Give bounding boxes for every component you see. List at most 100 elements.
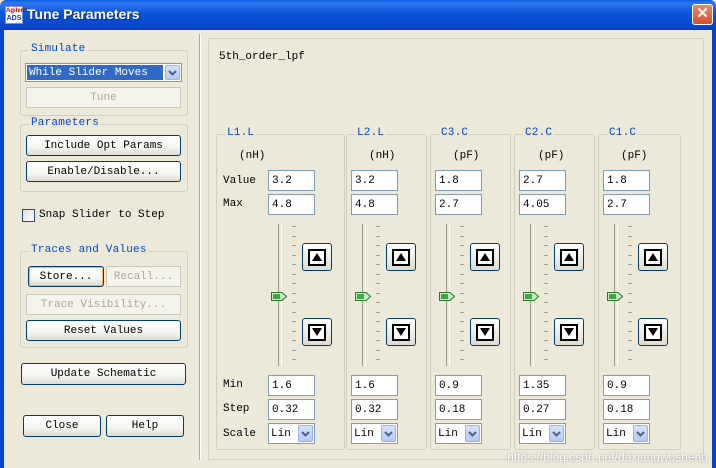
value-input[interactable]: 1.8	[603, 170, 650, 191]
min-input[interactable]: 1.6	[268, 375, 315, 396]
slider-thumb[interactable]	[607, 290, 624, 301]
chevron-down-icon[interactable]	[633, 425, 648, 442]
scale-value: Lin	[606, 427, 626, 440]
step-input[interactable]: 0.32	[351, 399, 398, 420]
step-up-button[interactable]	[638, 243, 668, 271]
slider-tick	[376, 340, 380, 341]
include-opt-params-button[interactable]: Include Opt Params	[26, 135, 181, 156]
chevron-down-icon[interactable]	[465, 425, 480, 442]
window-close-icon[interactable]: ✕	[692, 4, 713, 25]
slider-thumb[interactable]	[355, 290, 372, 301]
min-input[interactable]: 1.35	[519, 375, 566, 396]
enable-disable-button[interactable]: Enable/Disable...	[26, 161, 181, 182]
value-input[interactable]: 2.7	[519, 170, 566, 191]
value-input[interactable]: 3.2	[268, 170, 315, 191]
slider-tick	[544, 245, 548, 246]
parameters-group-label: Parameters	[29, 117, 102, 129]
max-input[interactable]: 2.7	[435, 194, 482, 215]
up-triangle-icon	[308, 248, 326, 266]
min-input[interactable]: 1.6	[351, 375, 398, 396]
scale-select[interactable]: Lin	[268, 423, 315, 444]
step-down-button[interactable]	[470, 318, 500, 346]
chevron-down-icon[interactable]	[165, 65, 180, 80]
param-unit: (pF)	[453, 150, 480, 162]
help-button[interactable]: Help	[106, 415, 184, 437]
step-input[interactable]: 0.18	[603, 399, 650, 420]
slider-tick	[544, 264, 548, 265]
window-frame-left	[0, 30, 4, 468]
step-up-button[interactable]	[470, 243, 500, 271]
slider-tick	[628, 283, 632, 284]
min-input[interactable]: 0.9	[603, 375, 650, 396]
chevron-down-icon[interactable]	[549, 425, 564, 442]
slider-tick	[628, 321, 632, 322]
slider-thumb[interactable]	[439, 290, 456, 301]
slider-tick	[376, 292, 380, 294]
step-up-button[interactable]	[554, 243, 584, 271]
step-up-button[interactable]	[302, 243, 332, 271]
scale-select[interactable]: Lin	[603, 423, 650, 444]
close-button[interactable]: Close	[23, 415, 101, 437]
slider-tick	[628, 302, 632, 303]
step-input[interactable]: 0.32	[268, 399, 315, 420]
step-down-button[interactable]	[554, 318, 584, 346]
chevron-down-icon[interactable]	[381, 425, 396, 442]
recall-button[interactable]: Recall...	[106, 266, 181, 287]
slider-thumb[interactable]	[523, 290, 540, 301]
trace-visibility-button[interactable]: Trace Visibility...	[26, 294, 181, 315]
slider-tick	[376, 264, 380, 265]
slider-tick	[628, 235, 632, 237]
param-name: L2.L	[355, 127, 387, 139]
scale-select[interactable]: Lin	[519, 423, 566, 444]
slider-tick	[628, 330, 632, 332]
panel-divider	[199, 34, 201, 460]
slider-tick	[460, 340, 464, 341]
slider-tick	[292, 283, 296, 284]
slider-tick	[544, 321, 548, 322]
tune-button[interactable]: Tune	[26, 87, 181, 108]
watermark-text: https://blog.csdn.net/daxiangwusheng	[507, 450, 708, 464]
param-name: C2.C	[523, 127, 555, 139]
slider-tick	[376, 302, 380, 303]
slider-thumb[interactable]	[271, 290, 288, 301]
step-up-button[interactable]	[386, 243, 416, 271]
param-unit: (pF)	[538, 150, 565, 162]
slider-tick	[460, 302, 464, 303]
down-triangle-icon	[392, 323, 410, 341]
step-down-button[interactable]	[302, 318, 332, 346]
slider-tick	[376, 254, 380, 256]
scale-value: Lin	[354, 427, 374, 440]
simulate-mode-select[interactable]: While Slider Moves	[25, 63, 182, 82]
slider-tick	[292, 311, 296, 313]
min-input[interactable]: 0.9	[435, 375, 482, 396]
max-input[interactable]: 4.05	[519, 194, 566, 215]
slider-tick	[460, 245, 464, 246]
step-down-button[interactable]	[386, 318, 416, 346]
param-unit: (nH)	[239, 150, 266, 162]
step-input[interactable]: 0.27	[519, 399, 566, 420]
value-input[interactable]: 1.8	[435, 170, 482, 191]
value-input[interactable]: 3.2	[351, 170, 398, 191]
traces-values-group-label: Traces and Values	[29, 244, 149, 256]
slider-tick	[376, 283, 380, 284]
step-input[interactable]: 0.18	[435, 399, 482, 420]
slider-tick	[544, 254, 548, 256]
max-input[interactable]: 4.8	[268, 194, 315, 215]
store-button[interactable]: Store...	[28, 266, 104, 287]
slider-tick	[628, 264, 632, 265]
title-bar[interactable]: Agilent ADS Tune Parameters ✕	[0, 0, 716, 30]
step-down-button[interactable]	[638, 318, 668, 346]
slider-tick	[460, 292, 464, 294]
max-input[interactable]: 2.7	[603, 194, 650, 215]
update-schematic-button[interactable]: Update Schematic	[21, 363, 186, 385]
snap-slider-checkbox[interactable]	[22, 209, 35, 222]
slider-tick	[376, 235, 380, 237]
slider-tick	[376, 226, 380, 227]
scale-select[interactable]: Lin	[351, 423, 398, 444]
reset-values-button[interactable]: Reset Values	[26, 320, 181, 341]
param-name: L1.L	[225, 127, 257, 139]
max-input[interactable]: 4.8	[351, 194, 398, 215]
snap-slider-label: Snap Slider to Step	[39, 209, 165, 221]
scale-select[interactable]: Lin	[435, 423, 482, 444]
chevron-down-icon[interactable]	[298, 425, 313, 442]
